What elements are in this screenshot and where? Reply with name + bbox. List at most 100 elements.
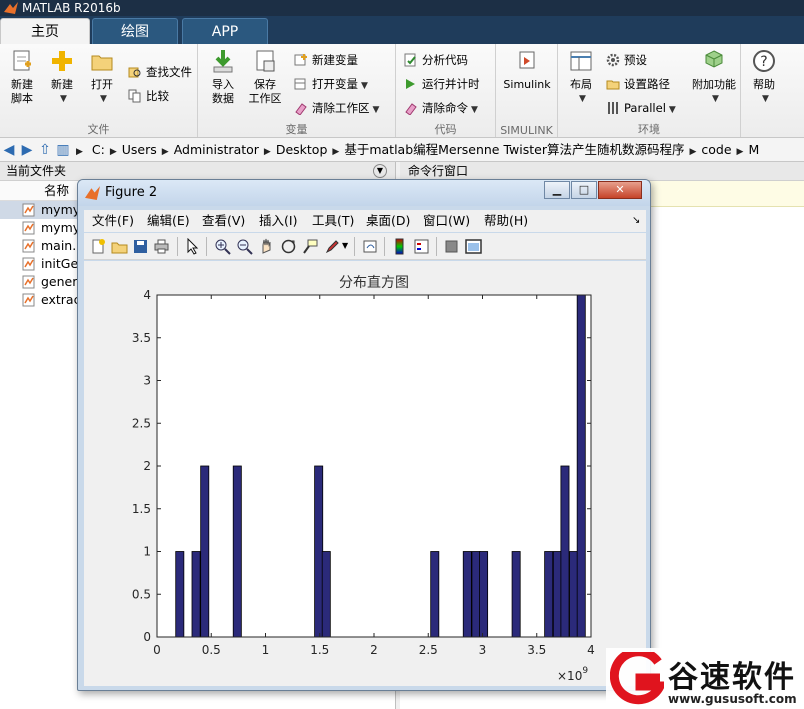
analyze-code-label: 分析代码 xyxy=(422,53,468,67)
minimize-button[interactable]: ▁ xyxy=(544,181,570,199)
new-variable-icon xyxy=(294,54,307,66)
back-arrow-icon[interactable]: ◀ xyxy=(0,138,18,161)
matlab-figure-icon xyxy=(85,186,100,200)
histogram-bar xyxy=(576,294,586,638)
panel-menu-icon[interactable]: ▼ xyxy=(373,164,387,178)
clear-workspace-button[interactable]: 清除工作区 ▼ xyxy=(294,98,379,118)
y-tick-label: 3 xyxy=(143,374,151,388)
figure-canvas[interactable]: 分布直方图 0 0.5 1 1.5 2 2.5 3 3.5 4 0 0.5 1 1.5 2 2.5 3 3.5… xyxy=(84,261,646,686)
histogram-bar xyxy=(200,465,210,638)
compare-button[interactable]: 比较 xyxy=(128,86,169,106)
brush-dropdown-icon[interactable]: ▼ xyxy=(342,241,348,250)
forward-arrow-icon[interactable]: ▶ xyxy=(18,138,36,161)
maximize-icon: □ xyxy=(578,183,590,196)
legend-icon[interactable] xyxy=(413,238,430,255)
histogram-bar xyxy=(569,551,579,638)
up-folder-icon[interactable]: ⇧ xyxy=(36,138,54,161)
x-tick-label: 3 xyxy=(479,643,487,657)
menu-file[interactable]: 文件(F) xyxy=(92,210,134,232)
tab-home[interactable]: 主页 xyxy=(0,18,90,44)
parallel-button[interactable]: Parallel ▼ xyxy=(606,98,676,118)
menu-insert[interactable]: 插入(I) xyxy=(259,210,297,232)
save-icon[interactable] xyxy=(132,238,149,255)
pan-icon[interactable] xyxy=(258,238,275,255)
help-dropdown-icon[interactable]: ▼ xyxy=(748,92,783,106)
open-button[interactable]: 打开 ▼ xyxy=(83,48,121,106)
tab-plots[interactable]: 绘图 xyxy=(92,18,178,44)
find-files-button[interactable]: 查找文件 xyxy=(128,62,192,82)
data-cursor-icon[interactable] xyxy=(302,238,319,255)
layout-button[interactable]: 布局 ▼ xyxy=(562,48,600,106)
rotate-3d-icon[interactable] xyxy=(280,238,297,255)
import-data-button[interactable]: 导入 数据 xyxy=(204,48,242,106)
close-button[interactable]: ✕ xyxy=(598,181,642,199)
histogram-bar xyxy=(191,551,201,638)
menu-desktop[interactable]: 桌面(D) xyxy=(366,210,410,232)
new-button[interactable]: 新建 ▼ xyxy=(43,48,81,106)
dock-arrow-icon[interactable]: ↘ xyxy=(632,210,640,232)
new-script-label: 新建 脚本 xyxy=(11,78,33,105)
histogram-bar xyxy=(321,551,331,638)
breadcrumb-item[interactable]: code xyxy=(696,138,736,161)
menu-tools[interactable]: 工具(T) xyxy=(312,210,354,232)
figure-toolbar: ▼ xyxy=(84,233,646,260)
save-workspace-button[interactable]: 保存 工作区 xyxy=(246,48,284,106)
layout-dropdown-icon[interactable]: ▼ xyxy=(565,92,600,106)
brush-icon[interactable] xyxy=(324,238,341,255)
new-dropdown-icon[interactable]: ▼ xyxy=(46,92,81,106)
open-file-icon[interactable] xyxy=(111,238,128,255)
new-script-button[interactable]: 新建 脚本 xyxy=(3,48,41,106)
hide-plot-tools-icon[interactable] xyxy=(443,238,460,255)
show-plot-tools-icon[interactable] xyxy=(465,238,482,255)
browse-folder-icon[interactable]: ▥ xyxy=(54,138,72,161)
breadcrumb-item[interactable]: Administrator xyxy=(169,138,264,161)
open-dropdown-icon[interactable]: ▼ xyxy=(86,92,121,106)
x-exponent-base: ×10 xyxy=(557,669,582,683)
open-variable-dropdown-icon[interactable]: ▼ xyxy=(361,81,368,91)
link-plot-icon[interactable] xyxy=(362,238,379,255)
zoom-out-icon[interactable] xyxy=(236,238,253,255)
clear-commands-button[interactable]: 清除命令 ▼ xyxy=(404,98,478,118)
maximize-button[interactable]: □ xyxy=(571,181,597,199)
file-group: 新建 脚本 新建 ▼ 打开 ▼ 查找文件 比较 文件 xyxy=(0,44,198,137)
m-file-icon xyxy=(22,239,35,253)
set-path-button[interactable]: 设置路径 xyxy=(606,74,670,94)
breadcrumb-item[interactable]: 基于matlab编程Mersenne Twister算法产生随机数源码程序 xyxy=(339,138,689,161)
new-variable-button[interactable]: 新建变量 xyxy=(294,50,358,70)
figure-window[interactable]: Figure 2 ▁ □ ✕ 文件(F) 编辑(E) 查看(V) 插入(I) 工… xyxy=(77,179,651,691)
breadcrumb-item[interactable]: Users xyxy=(117,138,162,161)
y-tick-label: 4 xyxy=(143,288,151,302)
breadcrumb-separator-icon: ▶ xyxy=(736,147,744,157)
current-folder-address-bar: ◀ ▶ ⇧ ▥ ▶ C: ▶ Users ▶ Administrator ▶ Desktop ▶ 基于… xyxy=(0,138,804,162)
clear-workspace-dropdown-icon[interactable]: ▼ xyxy=(373,105,380,115)
add-ons-button[interactable]: 附加功能 ▼ xyxy=(688,48,740,106)
open-label: 打开 xyxy=(91,78,113,91)
colorbar-icon[interactable] xyxy=(391,238,408,255)
zoom-in-icon[interactable] xyxy=(214,238,231,255)
run-and-time-label: 运行并计时 xyxy=(422,77,480,91)
y-tick-label: 0 xyxy=(143,630,151,644)
menu-view[interactable]: 查看(V) xyxy=(202,210,245,232)
help-button[interactable]: ? 帮助 ▼ xyxy=(745,48,783,106)
preferences-button[interactable]: 预设 xyxy=(606,50,647,70)
breadcrumb-item[interactable]: Desktop xyxy=(271,138,333,161)
figure-title-bar[interactable]: Figure 2 ▁ □ ✕ xyxy=(78,180,650,206)
x-exponent-power: 9 xyxy=(582,666,588,676)
tab-apps[interactable]: APP xyxy=(182,18,268,44)
menu-window[interactable]: 窗口(W) xyxy=(423,210,470,232)
breadcrumb-separator-icon: ▶ xyxy=(689,147,697,157)
print-icon[interactable] xyxy=(153,238,170,255)
add-ons-dropdown-icon[interactable]: ▼ xyxy=(691,92,740,106)
breadcrumb-item[interactable]: M xyxy=(743,138,764,161)
breadcrumb-item[interactable]: C: xyxy=(87,138,110,161)
parallel-dropdown-icon[interactable]: ▼ xyxy=(669,105,676,115)
menu-edit[interactable]: 编辑(E) xyxy=(147,210,190,232)
open-variable-button[interactable]: 打开变量 ▼ xyxy=(294,74,368,94)
analyze-code-button[interactable]: 分析代码 xyxy=(404,50,468,70)
run-and-time-button[interactable]: 运行并计时 xyxy=(404,74,480,94)
simulink-button[interactable]: Simulink xyxy=(501,48,553,92)
pointer-icon[interactable] xyxy=(184,238,201,255)
clear-commands-dropdown-icon[interactable]: ▼ xyxy=(471,105,478,115)
new-figure-icon[interactable] xyxy=(90,238,107,255)
menu-help[interactable]: 帮助(H) xyxy=(484,210,528,232)
